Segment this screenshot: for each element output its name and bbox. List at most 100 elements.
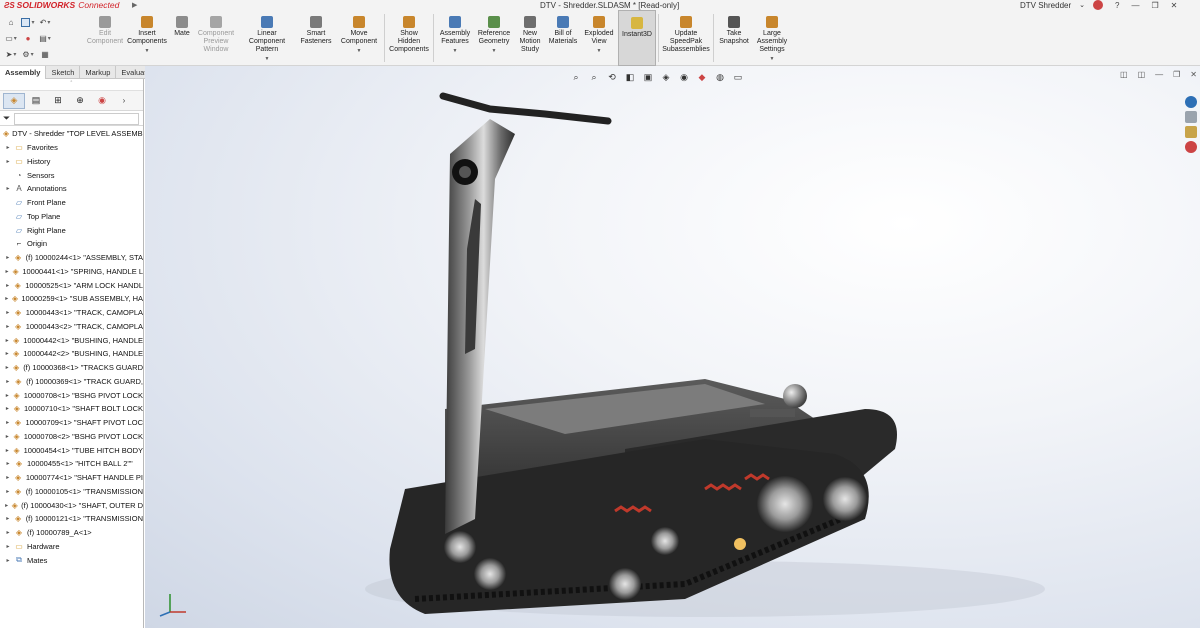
tree-item[interactable]: ▸ ◈ 10000442<2> "BUSHING, HANDLE <box>0 347 143 361</box>
expand-arrow-icon[interactable]: ▸ <box>3 323 12 330</box>
new-document-icon[interactable]: ▭ ▾ <box>4 32 18 44</box>
tree-root-assembly[interactable]: ◈ DTV - Shredder "TOP LEVEL ASSEMBLY" <box>0 127 143 141</box>
assembly-model-view[interactable] <box>145 79 1200 628</box>
mate-button[interactable]: Mate <box>170 10 194 66</box>
expand-arrow-icon[interactable]: ▸ <box>3 268 11 275</box>
tile-left-icon[interactable]: ◫ <box>1120 70 1128 79</box>
expand-arrow-icon[interactable]: ▸ <box>3 433 12 440</box>
move-component-button[interactable]: Move Component ▼ <box>336 10 382 66</box>
edit-component-button[interactable]: Edit Component <box>86 10 124 66</box>
avatar[interactable] <box>1093 0 1104 10</box>
tree-item[interactable]: ▸ ◈ (f) 10000121<1> "TRANSMISSION <box>0 512 143 526</box>
expand-arrow-icon[interactable]: ▸ <box>3 282 12 289</box>
tree-item[interactable]: ▸ ◈ (f) 10000368<1> "TRACKS GUARD <box>0 361 143 375</box>
print-icon[interactable]: ▤ ▾ <box>38 32 52 44</box>
smart-fasteners-button[interactable]: Smart Fasteners <box>296 10 336 66</box>
home-icon[interactable]: ⌂ <box>4 16 18 28</box>
exploded-view-button[interactable]: Exploded View ▼ <box>580 10 618 66</box>
tree-item[interactable]: ▸ ⧉ Mates <box>0 553 143 567</box>
assembly-features-button[interactable]: Assembly Features ▼ <box>436 10 474 66</box>
take-snapshot-button[interactable]: Take Snapshot <box>716 10 752 66</box>
minimize-icon[interactable]: — <box>1131 1 1139 10</box>
restore-icon[interactable]: ❐ <box>1173 70 1180 79</box>
tree-item[interactable]: ▸ ◈ 10000442<1> "BUSHING, HANDLE <box>0 333 143 347</box>
expand-arrow-icon[interactable]: ▸ <box>3 350 11 357</box>
tile-right-icon[interactable]: ◫ <box>1138 70 1146 79</box>
tree-item[interactable]: ▸ ◈ (f) 10000430<1> "SHAFT, OUTER D <box>0 498 143 512</box>
expand-arrow-icon[interactable]: ▸ <box>3 460 13 467</box>
tree-item[interactable]: ▸ A Annotations <box>0 182 143 196</box>
expand-arrow-icon[interactable]: ▸ <box>3 337 11 344</box>
tree-item[interactable]: ▸ ◈ 10000259<1> "SUB ASSEMBLY, HA <box>0 292 143 306</box>
traffic-light-icon[interactable]: ● <box>21 32 35 44</box>
tree-item[interactable]: ▸ ◈ 10000443<1> "TRACK, CAMOPLA <box>0 306 143 320</box>
linear-component-pattern-button[interactable]: Linear Component Pattern ▼ <box>238 10 296 66</box>
restore-icon[interactable]: ❐ <box>1151 1 1158 10</box>
tree-item[interactable]: ▸ ◈ 10000443<2> "TRACK, CAMOPLA <box>0 320 143 334</box>
tree-item[interactable]: ▸ ◈ (f) 10000244<1> "ASSEMBLY, STA <box>0 251 143 265</box>
expand-arrow-icon[interactable]: ▸ <box>3 392 12 399</box>
more-tabs-chevron-icon[interactable]: › <box>113 93 135 109</box>
tree-item[interactable]: ▸ ◈ 10000708<2> "BSHG PIVOT LOCK <box>0 430 143 444</box>
dropdown-arrow-icon[interactable]: ▼ <box>265 55 270 63</box>
tree-item[interactable]: ▸ ▭ History <box>0 155 143 169</box>
new-motion-study-button[interactable]: New Motion Study <box>514 10 546 66</box>
help-icon[interactable]: ? <box>1115 1 1119 10</box>
tree-item[interactable]: ▸ ◈ 10000774<1> "SHAFT HANDLE PI <box>0 471 143 485</box>
expand-arrow-icon[interactable]: ▸ <box>3 502 10 509</box>
dropdown-arrow-icon[interactable]: ▼ <box>597 47 602 55</box>
dropdown-arrow-icon[interactable]: ▼ <box>357 47 362 55</box>
close-icon[interactable]: ✕ <box>1171 1 1178 10</box>
solidworks-logo[interactable]: ƧS SOLIDWORKS Connected <box>0 0 128 10</box>
expand-arrow-icon[interactable]: ▸ <box>3 419 12 426</box>
tree-item[interactable]: ▸ ◈ (f) 10000789_A<1> <box>0 526 143 540</box>
options-gear-icon[interactable]: ⚙ ▾ <box>21 48 35 60</box>
expand-arrow-icon[interactable]: ▸ <box>3 543 13 550</box>
tree-item[interactable]: ▸ ◈ 10000441<1> "SPRING, HANDLE L <box>0 265 143 279</box>
select-icon[interactable]: ➤ ▾ <box>4 48 18 60</box>
tree-item[interactable]: ▱ Front Plane <box>0 196 143 210</box>
tree-item[interactable]: ⌐ Origin <box>0 237 143 251</box>
expand-arrow-icon[interactable]: ▸ <box>3 529 13 536</box>
dropdown-arrow-icon[interactable]: ▼ <box>492 47 497 55</box>
dropdown-arrow-icon[interactable]: ▼ <box>453 47 458 55</box>
dimxpert-icon[interactable]: ⊕ <box>69 93 91 109</box>
insert-components-button[interactable]: Insert Components ▼ <box>124 10 170 66</box>
expand-arrow-icon[interactable]: ▸ <box>3 364 11 371</box>
tree-item[interactable]: ▱ Right Plane <box>0 223 143 237</box>
expand-arrow-icon[interactable]: ▸ <box>3 557 13 564</box>
expand-arrow-icon[interactable]: ▸ <box>3 447 11 454</box>
tree-item[interactable]: ▸ ◈ 10000525<1> "ARM LOCK HANDL <box>0 278 143 292</box>
chevron-down-icon[interactable]: ⌄ <box>1079 1 1085 9</box>
update-speedpak-subassemblies-button[interactable]: Update SpeedPak Subassemblies <box>661 10 711 66</box>
tab-assembly[interactable]: Assembly <box>0 66 47 79</box>
dropdown-arrow-icon[interactable]: ▼ <box>770 55 775 63</box>
bill-of-materials-button[interactable]: Bill of Materials <box>546 10 580 66</box>
tree-item[interactable]: ▸ ▭ Hardware <box>0 540 143 554</box>
tree-item[interactable]: ▸ ▭ Favorites <box>0 141 143 155</box>
property-manager-icon[interactable]: ▤ <box>25 93 47 109</box>
expand-arrow-icon[interactable]: ▸ <box>3 144 13 151</box>
tree-item[interactable]: ▸ ◈ 10000710<1> "SHAFT BOLT LOCK <box>0 402 143 416</box>
user-name[interactable]: DTV Shredder <box>1020 1 1071 10</box>
undo-icon[interactable]: ↶ ▾ <box>38 16 52 28</box>
tab-markup[interactable]: Markup <box>80 66 117 79</box>
expand-arrow-icon[interactable]: ▸ <box>3 405 12 412</box>
tab-sketch[interactable]: Sketch <box>46 66 81 79</box>
expand-arrow-icon[interactable]: ▸ <box>3 254 12 261</box>
reference-geometry-button[interactable]: Reference Geometry ▼ <box>474 10 514 66</box>
large-assembly-settings-button[interactable]: Large Assembly Settings ▼ <box>752 10 792 66</box>
tree-item[interactable]: ◔ Sensors <box>0 168 143 182</box>
tree-item[interactable]: ▸ ◈ (f) 10000369<1> "TRACK GUARD, <box>0 375 143 389</box>
expand-arrow-icon[interactable]: ▸ <box>3 378 13 385</box>
expand-arrow-icon[interactable]: ▸ <box>3 309 12 316</box>
instant3d-button[interactable]: Instant3D <box>618 10 656 66</box>
component-preview-window-button[interactable]: Component Preview Window <box>194 10 238 66</box>
tree-item[interactable]: ▸ ◈ (f) 10000105<1> "TRANSMISSION <box>0 485 143 499</box>
tree-item[interactable]: ▸ ◈ 10000454<1> "TUBE HITCH BODY <box>0 443 143 457</box>
collapse-handle-icon[interactable]: ◦ <box>0 79 143 91</box>
expand-arrow-icon[interactable]: ▸ <box>3 295 10 302</box>
filter-icon[interactable]: ⏷ <box>3 113 10 124</box>
tree-item[interactable]: ▱ Top Plane <box>0 210 143 224</box>
dropdown-arrow-icon[interactable]: ▼ <box>145 47 150 55</box>
